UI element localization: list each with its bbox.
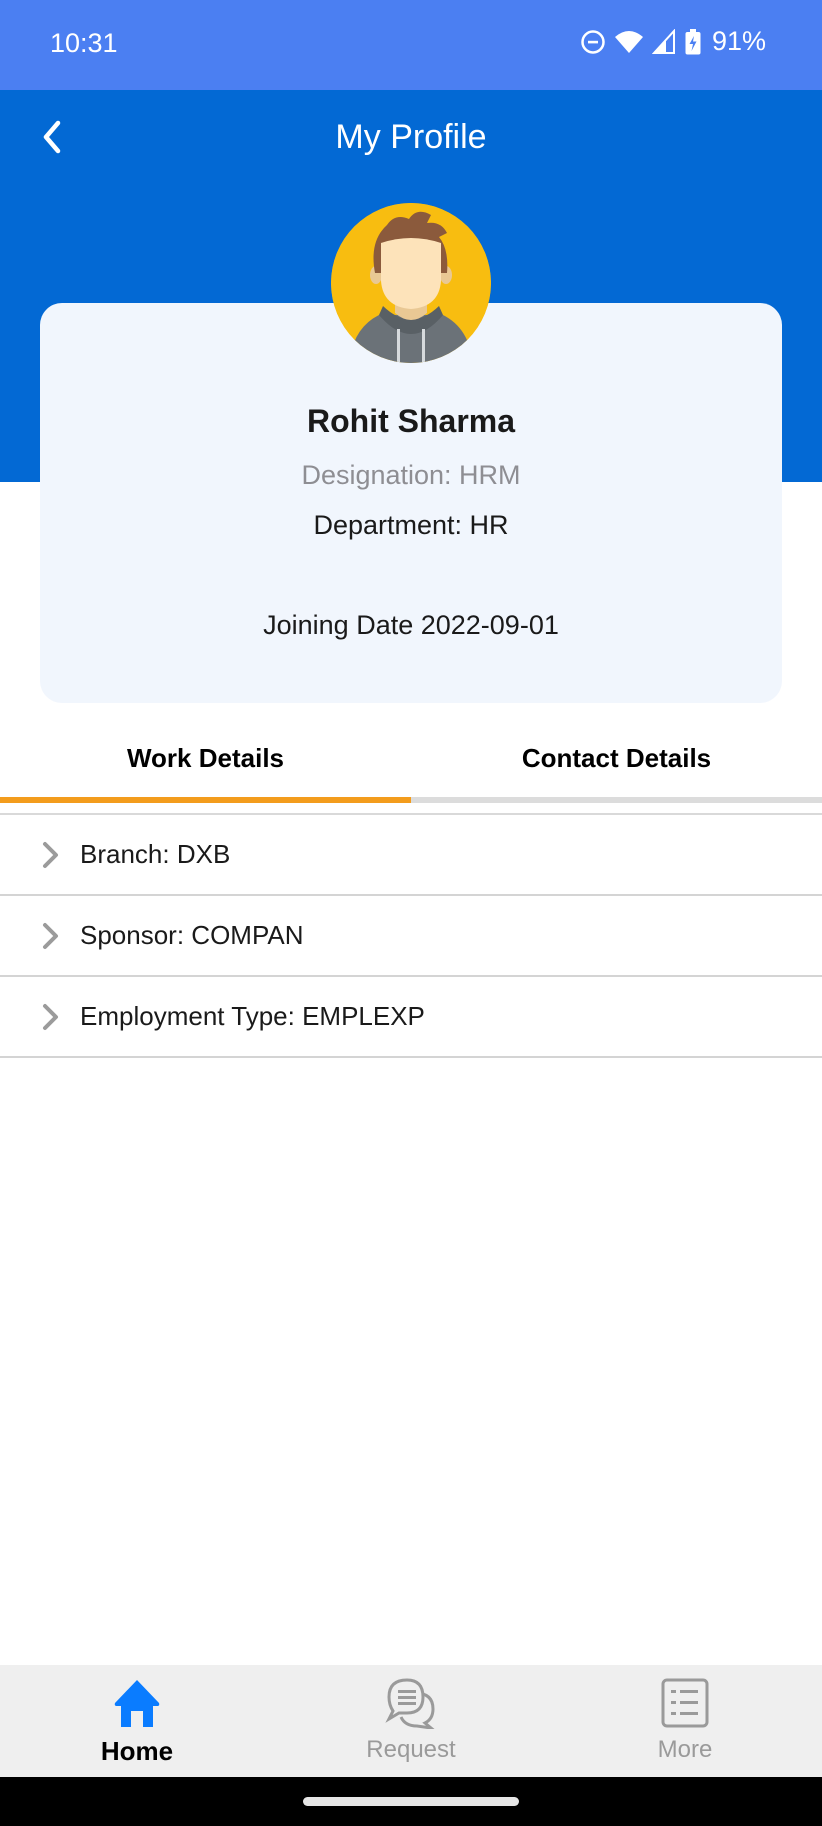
list-item-label: Sponsor: COMPAN (80, 920, 304, 950)
battery-charging-icon (684, 28, 702, 56)
profile-joining-date: Joining Date 2022-09-01 (263, 610, 559, 640)
list-icon (661, 1678, 709, 1728)
profile-designation: Designation: HRM (301, 460, 521, 490)
status-icons: 91% (580, 26, 766, 57)
user-avatar-icon (331, 203, 491, 363)
list-item-branch[interactable]: Branch: DXB (0, 815, 822, 896)
nav-label: Home (100, 1736, 174, 1766)
bottom-navigation: Home Request More (0, 1665, 822, 1777)
list-item-employment-type[interactable]: Employment Type: EMPLEXP (0, 977, 822, 1058)
home-icon (114, 1680, 160, 1727)
tab-contact-details[interactable]: Contact Details (411, 720, 822, 802)
status-bar: 10:31 91% (0, 0, 822, 90)
nav-label: More (657, 1736, 713, 1763)
avatar[interactable] (331, 203, 491, 363)
work-details-list: Branch: DXB Sponsor: COMPAN Employment T… (0, 815, 822, 1058)
page-title: My Profile (335, 118, 487, 156)
tab-work-details[interactable]: Work Details (0, 720, 411, 802)
wifi-icon (614, 29, 644, 55)
chevron-right-icon (43, 922, 58, 949)
nav-home[interactable]: Home (0, 1665, 274, 1777)
list-item-label: Employment Type: EMPLEXP (80, 1001, 425, 1031)
do-not-disturb-icon (580, 29, 606, 55)
profile-card: Rohit Sharma Designation: HRM Department… (40, 303, 782, 703)
battery-percent: 91% (711, 26, 766, 56)
cellular-signal-icon (651, 28, 676, 55)
nav-more[interactable]: More (548, 1665, 822, 1777)
nav-label: Request (366, 1736, 456, 1763)
list-item-sponsor[interactable]: Sponsor: COMPAN (0, 896, 822, 977)
tab-active-indicator (0, 797, 411, 803)
nav-request[interactable]: Request (274, 1665, 548, 1777)
gesture-home-handle[interactable] (303, 1797, 519, 1806)
profile-department: Department: HR (313, 510, 509, 540)
profile-tabs: Work Details Contact Details (0, 720, 822, 802)
system-navigation-bar (0, 1777, 822, 1826)
profile-name: Rohit Sharma (306, 403, 516, 439)
chat-bubbles-icon (385, 1678, 435, 1729)
chevron-right-icon (43, 1003, 58, 1030)
chevron-right-icon (43, 841, 58, 868)
list-item-label: Branch: DXB (80, 839, 231, 869)
status-time: 10:31 (50, 28, 118, 58)
